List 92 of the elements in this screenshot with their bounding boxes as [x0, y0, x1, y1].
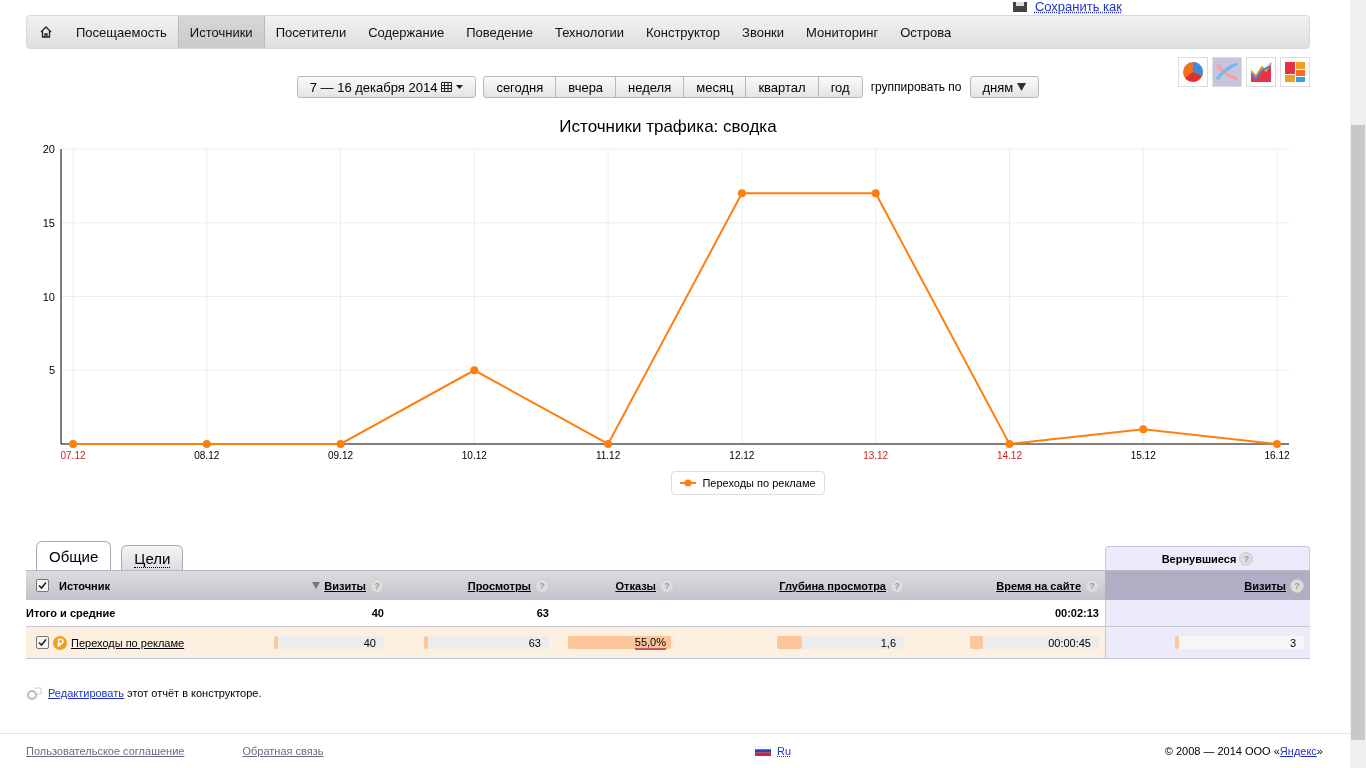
- footer-link[interactable]: Обратная связь: [242, 745, 324, 757]
- home-icon: [40, 26, 52, 38]
- checkbox[interactable]: [36, 636, 49, 649]
- nav-tab[interactable]: Посещаемость: [65, 16, 178, 48]
- chart-title: Источники трафика: сводка: [558, 117, 778, 137]
- data-point: [737, 189, 746, 198]
- company-link[interactable]: Яндекс: [1279, 745, 1317, 757]
- tab[interactable]: Общие: [36, 541, 112, 571]
- area-chart-icon: [1250, 61, 1272, 83]
- nav-tab[interactable]: Звонки: [731, 16, 796, 48]
- edit-link[interactable]: Редактировать: [48, 687, 124, 699]
- data-point: [202, 440, 211, 448]
- treemap-icon: [1284, 61, 1306, 83]
- group-by-label: группировать по: [870, 80, 962, 94]
- nav-tab[interactable]: Содержание: [357, 16, 456, 48]
- axis-label: 10: [42, 290, 55, 303]
- axis-label: 11.12: [595, 450, 621, 461]
- chart-type-button[interactable]: [1246, 57, 1276, 87]
- group-by-dropdown[interactable]: дням: [969, 76, 1040, 98]
- table-cell: 63: [536, 607, 549, 619]
- column-sort-link[interactable]: Визиты: [1244, 579, 1286, 592]
- table-cell: 00:02:13: [1054, 607, 1099, 619]
- table-cell: 55,0%: [634, 635, 666, 650]
- gear-icon: [26, 686, 42, 700]
- axis-label: 09.12: [328, 450, 354, 461]
- tab[interactable]: Цели: [121, 545, 184, 571]
- data-point: [1005, 440, 1014, 448]
- period-button[interactable]: год: [817, 76, 863, 98]
- data-point: [470, 366, 479, 375]
- data-point: [336, 440, 345, 448]
- table-cell: 40: [363, 636, 376, 649]
- save-as-link[interactable]: Сохранить как: [1034, 0, 1122, 14]
- coin-icon: [53, 635, 67, 650]
- source-link[interactable]: Переходы по рекламе: [71, 636, 185, 649]
- axis-label: 5: [48, 364, 55, 377]
- column-sort-link[interactable]: Глубина просмотра: [779, 579, 886, 592]
- data-point: [871, 189, 880, 198]
- period-button[interactable]: сегодня: [483, 76, 557, 98]
- period-button[interactable]: неделя: [615, 76, 685, 98]
- edit-note: Редактировать этот отчёт в конструкторе.: [48, 687, 262, 699]
- scrollbar[interactable]: [1350, 0, 1366, 768]
- nav-tab[interactable]: Острова: [889, 16, 963, 48]
- axis-label: 15: [42, 216, 55, 229]
- save-icon: [1012, 1, 1027, 12]
- pie-chart-icon: [1182, 61, 1204, 83]
- footer-link[interactable]: Пользовательское соглашение: [26, 745, 185, 757]
- axis-label: 12.12: [729, 450, 755, 461]
- axis-label: 16.12: [1264, 450, 1290, 461]
- data-point: [1139, 425, 1148, 434]
- axis-label: 14.12: [996, 450, 1022, 461]
- caret-icon: [1017, 83, 1027, 91]
- table-cell: 3: [1289, 636, 1296, 649]
- column-sort-link[interactable]: Время на сайте: [996, 579, 1081, 592]
- axis-label: 08.12: [194, 450, 220, 461]
- date-range-button[interactable]: 7 — 16 декабря 2014: [296, 76, 477, 98]
- column-label: Источник: [59, 579, 110, 592]
- period-button[interactable]: квартал: [745, 76, 819, 98]
- nav-tab[interactable]: Технологии: [543, 16, 635, 48]
- column-group-label: Вернувшиеся: [1161, 552, 1237, 565]
- legend-marker-icon: [680, 479, 697, 487]
- column-sort-link[interactable]: Визиты: [324, 579, 366, 592]
- table-cell: 40: [371, 607, 384, 619]
- nav-tab[interactable]: Конструктор: [634, 16, 732, 48]
- checkbox[interactable]: [36, 579, 49, 592]
- column-sort-link[interactable]: Просмотры: [467, 579, 531, 592]
- nav-tab[interactable]: Мониторинг: [795, 16, 890, 48]
- copyright-text: © 2008 — 2014 ООО «Яндекс»: [1164, 745, 1323, 757]
- column-sort-link[interactable]: Отказы: [615, 579, 656, 592]
- nav-tab[interactable]: Поведение: [455, 16, 544, 48]
- chart-type-button[interactable]: [1178, 57, 1208, 87]
- calendar-icon: [441, 82, 453, 92]
- axis-label: 10.12: [461, 450, 487, 461]
- flag-icon: [755, 746, 772, 756]
- nav-tab[interactable]: Посетители: [264, 16, 358, 48]
- axis-label: 13.12: [863, 450, 889, 461]
- table-cell: 00:00:45: [1048, 636, 1091, 649]
- data-point: [1273, 440, 1281, 448]
- table-cell: 1,6: [880, 636, 896, 649]
- line-chart-icon: [1215, 61, 1239, 83]
- data-point: [69, 440, 77, 448]
- chart-type-button[interactable]: [1280, 57, 1310, 87]
- language-link[interactable]: Ru: [777, 745, 792, 757]
- axis-label: 15.12: [1130, 450, 1156, 461]
- legend-label: Переходы по рекламе: [702, 477, 816, 489]
- data-point: [604, 440, 613, 448]
- table-cell: 63: [528, 636, 541, 649]
- nav-tab[interactable]: Источники: [177, 16, 265, 48]
- axis-label: 20: [42, 143, 55, 155]
- period-button[interactable]: месяц: [683, 76, 747, 98]
- axis-label: 07.12: [60, 450, 86, 461]
- period-button[interactable]: вчера: [555, 76, 617, 98]
- caret-icon: [456, 85, 464, 89]
